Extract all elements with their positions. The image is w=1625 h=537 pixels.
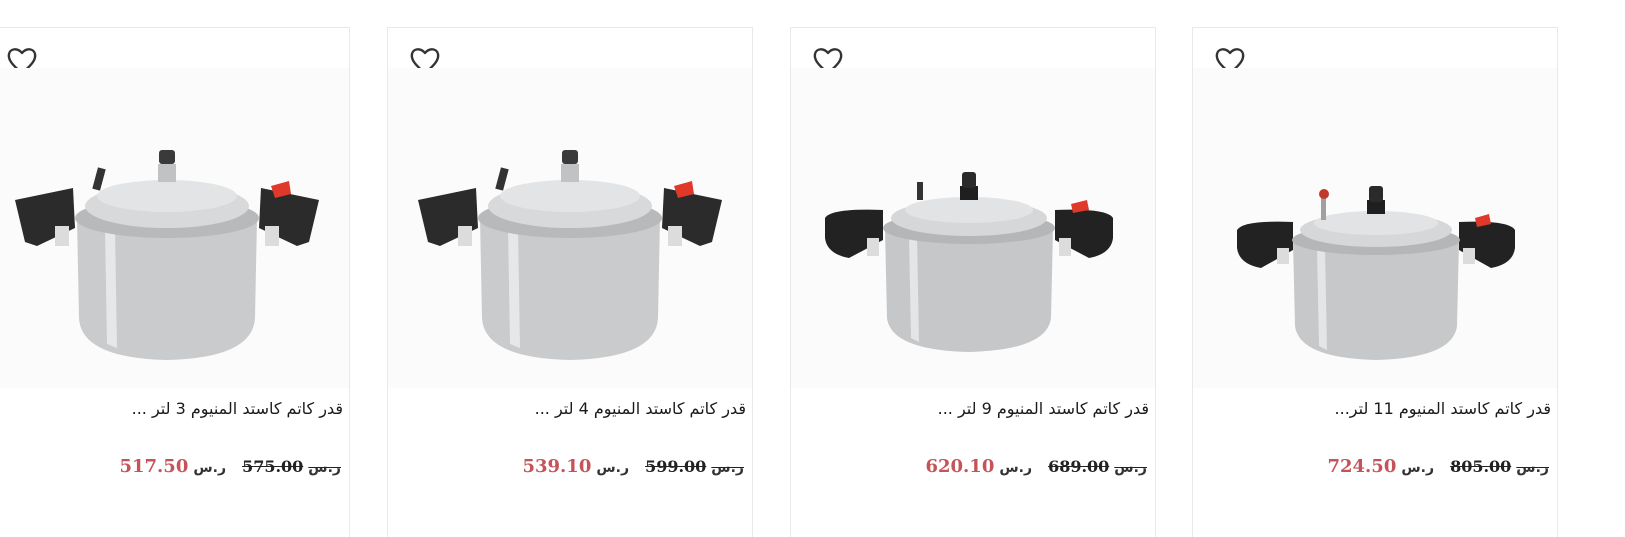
- currency-symbol: ر.س: [711, 460, 744, 476]
- sale-price: ر.س 539.10: [522, 456, 630, 477]
- old-price: ر.س 689.00: [1048, 457, 1147, 476]
- product-card[interactable]: قدر كاتم كاستد المنيوم 9 لتر ... ر.س 689…: [790, 27, 1156, 537]
- product-image[interactable]: [0, 68, 349, 388]
- product-card[interactable]: قدر كاتم كاستد المنيوم 4 لتر ... ر.س 599…: [387, 27, 753, 537]
- currency-symbol: ر.س: [1516, 460, 1549, 476]
- sale-price: ر.س 620.10: [925, 456, 1033, 477]
- pressure-cooker-icon: [418, 150, 722, 360]
- product-image[interactable]: [388, 68, 752, 388]
- old-price: ر.س 805.00: [1450, 457, 1549, 476]
- price-row: ر.س 805.00 ر.س 724.50: [1327, 456, 1549, 477]
- product-image[interactable]: [791, 68, 1155, 388]
- sale-price: ر.س 724.50: [1327, 456, 1435, 477]
- pressure-cooker-icon: [825, 172, 1113, 352]
- pressure-cooker-icon: [1237, 186, 1515, 360]
- product-image[interactable]: [1193, 68, 1557, 388]
- currency-symbol: ر.س: [193, 460, 227, 476]
- product-title[interactable]: قدر كاتم كاستد المنيوم 3 لتر ...: [0, 399, 343, 418]
- currency-symbol: ر.س: [308, 460, 341, 476]
- product-card[interactable]: قدر كاتم كاستد المنيوم 11 لتر... ر.س 805…: [1192, 27, 1558, 537]
- currency-symbol: ر.س: [1114, 460, 1147, 476]
- sale-price: ر.س 517.50: [119, 456, 227, 477]
- price-row: ر.س 575.00 ر.س 517.50: [119, 456, 341, 477]
- old-price: ر.س 575.00: [242, 457, 341, 476]
- currency-symbol: ر.س: [999, 460, 1033, 476]
- product-card[interactable]: قدر كاتم كاستد المنيوم 3 لتر ... ر.س 575…: [0, 27, 350, 537]
- product-title[interactable]: قدر كاتم كاستد المنيوم 9 لتر ...: [797, 399, 1149, 418]
- product-title[interactable]: قدر كاتم كاستد المنيوم 11 لتر...: [1199, 399, 1551, 418]
- old-price: ر.س 599.00: [645, 457, 744, 476]
- pressure-cooker-icon: [15, 150, 319, 360]
- product-title[interactable]: قدر كاتم كاستد المنيوم 4 لتر ...: [394, 399, 746, 418]
- price-row: ر.س 689.00 ر.س 620.10: [925, 456, 1147, 477]
- currency-symbol: ر.س: [1401, 460, 1435, 476]
- currency-symbol: ر.س: [596, 460, 630, 476]
- price-row: ر.س 599.00 ر.س 539.10: [522, 456, 744, 477]
